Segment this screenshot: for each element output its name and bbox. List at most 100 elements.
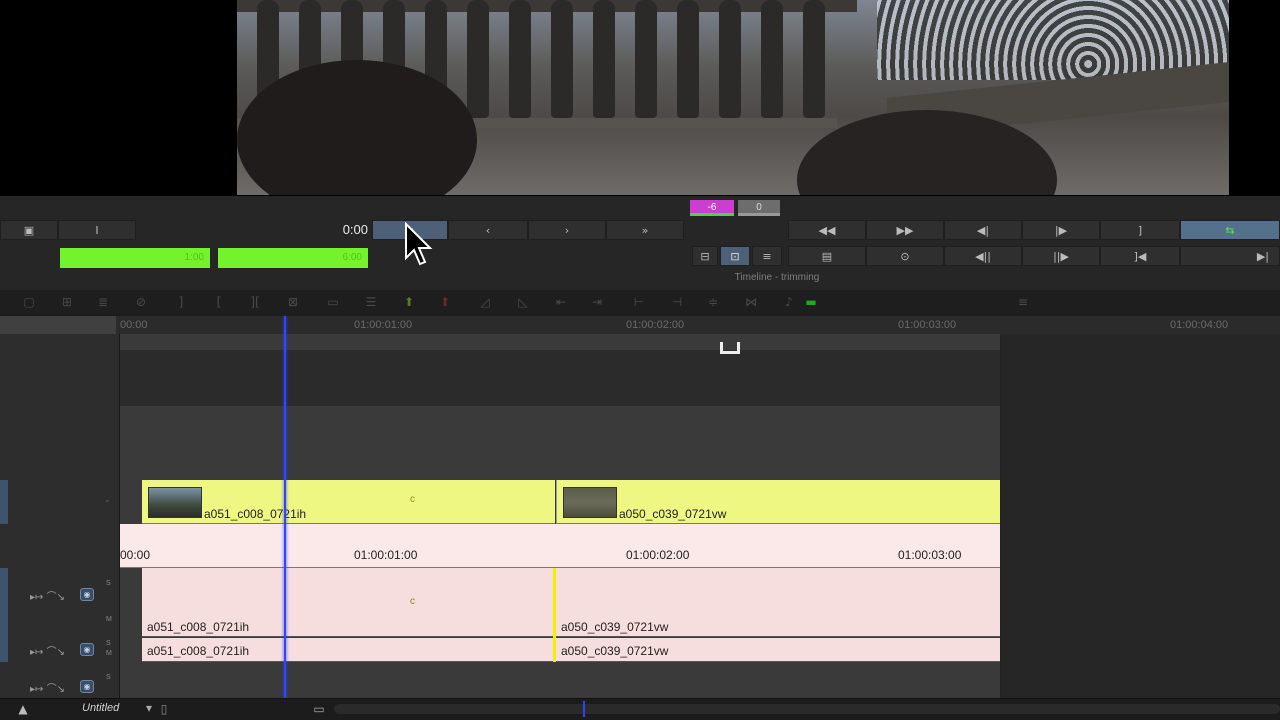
trim-mode-icon[interactable]: ⊡ <box>720 246 750 266</box>
solo-button[interactable]: S <box>106 674 111 681</box>
audio-track-icons[interactable]: ▸↦ ⌒↘ <box>30 588 65 603</box>
clip-name: a051_c008_0721ih <box>147 644 250 658</box>
audio-clip[interactable]: a050_c039_0721vw <box>556 638 1000 662</box>
mark-in-icon[interactable]: [ <box>210 294 228 310</box>
video-monitor-icon[interactable]: ▫ <box>106 498 108 505</box>
lift-icon[interactable]: ⬆ <box>400 294 418 310</box>
step-right-icon[interactable]: |▶ <box>1022 220 1100 240</box>
ruler-tick: 00:00 <box>120 319 148 331</box>
overwrite-track-icon[interactable]: ☰ <box>362 294 380 310</box>
timeline-menu-icon[interactable]: ≡ <box>1014 294 1032 310</box>
frame-baluster <box>593 0 615 118</box>
solo-button[interactable]: S <box>106 580 111 587</box>
split-view-icon[interactable]: ⊟ <box>692 246 718 266</box>
clip-name: a050_c039_0721vw <box>561 644 669 658</box>
trim-left-icon[interactable]: ◀|| <box>944 246 1022 266</box>
solo-button[interactable]: S <box>106 640 111 647</box>
trim-right-icon[interactable]: ||▶ <box>1022 246 1100 266</box>
effects-icon[interactable]: ⋈ <box>742 294 760 310</box>
disable-icon[interactable]: ⊘ <box>132 294 150 310</box>
fast-forward-icon[interactable]: » <box>606 220 684 240</box>
trim-counter-a: -6 <box>690 200 734 216</box>
step-forward-icon[interactable]: › <box>528 220 606 240</box>
match-frame-icon[interactable]: ⊣ <box>668 294 686 310</box>
mark-out-icon[interactable]: ] <box>172 294 190 310</box>
audio-clip[interactable]: a051_c008_0721ih c <box>142 568 555 637</box>
track-select-stripe[interactable] <box>0 638 8 662</box>
ruler-tick: 00:00 <box>120 548 151 562</box>
ramp-icon[interactable]: ◺ <box>514 294 532 310</box>
step-left-icon[interactable]: ◀| <box>944 220 1022 240</box>
audio-meter-icon[interactable]: ▬ <box>802 294 820 310</box>
ruler-tick: 01:00:01:00 <box>354 319 413 331</box>
track-select-stripe[interactable] <box>0 568 8 638</box>
timeline-empty-space[interactable] <box>1001 334 1280 698</box>
overwrite-icon[interactable]: ≣ <box>94 294 112 310</box>
track-header-audio-2[interactable]: ▸↦ ⌒↘ ◉ S M <box>0 638 120 662</box>
zoom-icon[interactable]: ▭ <box>310 701 328 717</box>
mute-button[interactable]: M <box>106 650 112 657</box>
track-header-video[interactable]: ▫ <box>0 480 120 524</box>
sequence-name[interactable]: Untitled <box>82 702 119 714</box>
list-icon[interactable]: ▤ <box>788 246 866 266</box>
frame-baluster <box>635 0 657 118</box>
extract-icon[interactable]: ⬆ <box>436 294 454 310</box>
play-forward-icon[interactable]: ▶▶ <box>866 220 944 240</box>
track-header-audio-3[interactable]: ▸↦ ⌒↘ ◉ S <box>0 664 120 698</box>
move-left-icon[interactable]: ⇤ <box>552 294 570 310</box>
audio-clip[interactable]: a051_c008_0721ih <box>142 638 555 662</box>
video-clip[interactable]: a050_c039_0721vw <box>556 480 1000 524</box>
timecode-ruler[interactable]: 00:00 01:00:01:00 01:00:02:00 01:00:03:0… <box>120 524 1000 568</box>
trim-out-icon[interactable]: ]◀ <box>1100 246 1180 266</box>
speaker-icon[interactable]: ♪ <box>780 294 798 310</box>
frame-baluster <box>509 0 531 118</box>
settings-icon[interactable]: ≡ <box>752 246 782 266</box>
move-right-icon[interactable]: ⇥ <box>588 294 606 310</box>
video-clip[interactable]: a051_c008_0721ih c <box>142 480 555 524</box>
mark-out-icon[interactable]: ] <box>1100 220 1180 240</box>
clip-name: a050_c039_0721vw <box>619 507 727 521</box>
monitor-menu-icon[interactable]: ▣ <box>0 220 58 240</box>
add-edit-icon[interactable]: ⊢ <box>630 294 648 310</box>
insert-icon[interactable]: ⊞ <box>58 294 76 310</box>
go-end-icon[interactable]: ▶| <box>1180 246 1280 266</box>
clear-marks-icon[interactable]: ⊠ <box>284 294 302 310</box>
edit-point-marker[interactable] <box>553 568 556 662</box>
up-arrow-icon[interactable]: ▲ <box>14 701 32 717</box>
ruler-tick: 01:00:01:00 <box>354 548 418 562</box>
text-cursor-icon[interactable]: I <box>58 220 136 240</box>
frame-baluster <box>551 0 573 118</box>
mode-label: Timeline - trimming <box>734 272 820 283</box>
transport-controls: -6 0 ▣ I ◂ ‹ › » ◀◀ ▶▶ ◀| |▶ ] ⇆ 0:00 1:… <box>0 196 1280 290</box>
timeline-scrollbar[interactable] <box>334 704 1280 714</box>
panel-icon[interactable]: ▢ <box>20 294 38 310</box>
frame-baluster <box>803 0 825 118</box>
step-back-icon[interactable]: ‹ <box>448 220 528 240</box>
video-frame <box>237 0 1229 195</box>
splice-icon[interactable]: ▭ <box>324 294 342 310</box>
audio-monitor-icon[interactable]: ◉ <box>80 680 94 693</box>
clip-marker: c <box>410 494 415 505</box>
audio-monitor-icon[interactable]: ◉ <box>80 643 94 656</box>
mark-clip-icon[interactable]: ][ <box>246 294 264 310</box>
clip-marker: c <box>410 596 415 607</box>
audio-track-icons[interactable]: ▸↦ ⌒↘ <box>30 643 65 658</box>
loop-icon[interactable]: ⇆ <box>1180 220 1280 240</box>
mute-button[interactable]: M <box>106 616 112 623</box>
sync-icon[interactable]: ≑ <box>704 294 722 310</box>
link-icon[interactable]: ⊙ <box>866 246 944 266</box>
segment-icon[interactable]: ◿ <box>476 294 494 310</box>
audio-clip[interactable]: a050_c039_0721vw <box>556 568 1000 637</box>
rewind-icon[interactable]: ◀◀ <box>788 220 866 240</box>
trim-bracket-icon <box>720 342 740 354</box>
audio-monitor-icon[interactable]: ◉ <box>80 588 94 601</box>
track-select-stripe[interactable] <box>0 480 8 524</box>
ruler-tick: 01:00:04:00 <box>1170 319 1229 331</box>
playhead[interactable] <box>284 316 286 698</box>
scroll-handle-icon[interactable]: ▯ <box>155 701 173 717</box>
timeline-ruler[interactable]: 00:00 01:00:01:00 01:00:02:00 01:00:03:0… <box>0 316 1280 334</box>
audio-track-icons[interactable]: ▸↦ ⌒↘ <box>30 680 65 695</box>
track-header-audio-1[interactable]: ▸↦ ⌒↘ ◉ S M <box>0 568 120 638</box>
clip-name: a051_c008_0721ih <box>204 507 307 521</box>
ruler-header <box>0 316 116 334</box>
